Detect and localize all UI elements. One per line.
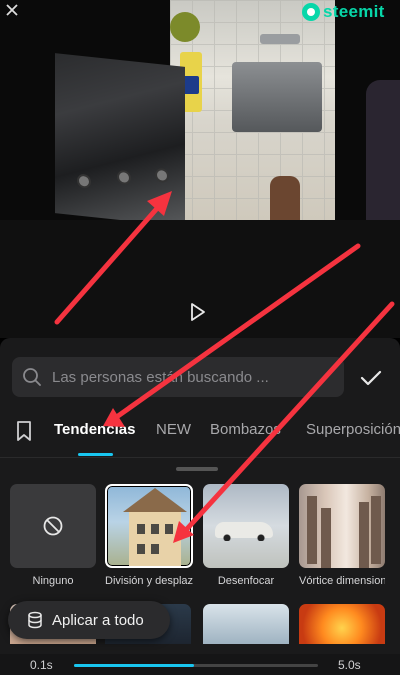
effect-thumbnail — [299, 604, 385, 644]
steemit-watermark-text: steemit — [323, 2, 385, 21]
effect-division-desplazamiento[interactable]: División y desplazamiento — [105, 484, 193, 587]
effect-row2-4[interactable] — [299, 604, 385, 644]
effect-thumbnail — [299, 484, 385, 568]
apply-to-all-label: Aplicar a todo — [52, 611, 144, 629]
checkmark-icon — [360, 370, 382, 386]
effect-vortice-dimensional[interactable]: Vórtice dimensional — [299, 484, 385, 587]
tab-superposicion[interactable]: Superposición — [306, 421, 400, 438]
effect-row2-3[interactable] — [203, 604, 289, 644]
duration-max-label: 5.0s — [338, 658, 361, 672]
effect-ninguno[interactable]: Ninguno — [10, 484, 96, 587]
effect-label: Desenfocar — [217, 575, 275, 587]
tab-new[interactable]: NEW — [156, 421, 191, 438]
effect-desenfocar[interactable]: Desenfocar — [203, 484, 289, 587]
duration-slider[interactable] — [74, 664, 318, 667]
search-icon — [23, 368, 41, 386]
category-tabs: Tendencias NEW Bombazos Superposición — [0, 416, 400, 456]
video-frame — [0, 0, 400, 220]
tab-bombazos[interactable]: Bombazos — [210, 421, 281, 438]
effect-label: Vórtice dimensional — [299, 575, 385, 587]
effect-thumbnail — [105, 484, 193, 568]
stack-icon — [28, 611, 42, 629]
search-bar[interactable] — [12, 357, 344, 397]
active-tab-indicator — [78, 453, 113, 456]
effect-thumbnail — [203, 604, 289, 644]
person-silhouette — [366, 80, 400, 220]
kitchen-sink-scene — [170, 0, 335, 220]
steemit-watermark: steemit — [302, 0, 385, 24]
play-icon — [191, 303, 205, 321]
duration-slider-fill — [74, 664, 194, 667]
effect-thumbnail — [203, 484, 289, 568]
play-button[interactable] — [186, 300, 210, 324]
steemit-logo-icon — [302, 3, 320, 21]
search-input[interactable] — [52, 368, 342, 386]
effect-label: División y desplazamiento — [105, 575, 193, 587]
tab-tendencias[interactable]: Tendencias — [54, 421, 135, 438]
effect-label: Ninguno — [32, 575, 74, 587]
duration-min-label: 0.1s — [30, 658, 53, 672]
confirm-button[interactable] — [356, 363, 386, 393]
bookmark-icon[interactable] — [14, 420, 34, 442]
apply-to-all-button[interactable]: Aplicar a todo — [8, 601, 170, 639]
stove-scene — [55, 53, 185, 220]
panel-drag-handle[interactable] — [176, 467, 218, 471]
tabs-divider — [0, 457, 400, 458]
duration-control: 0.1s 5.0s — [0, 654, 400, 675]
collapse-arrows-icon[interactable] — [4, 3, 20, 17]
effect-thumbnail — [10, 484, 96, 568]
no-entry-icon — [43, 516, 63, 536]
effects-panel: Tendencias NEW Bombazos Superposición Ni… — [0, 338, 400, 675]
video-preview[interactable]: steemit — [0, 0, 400, 338]
